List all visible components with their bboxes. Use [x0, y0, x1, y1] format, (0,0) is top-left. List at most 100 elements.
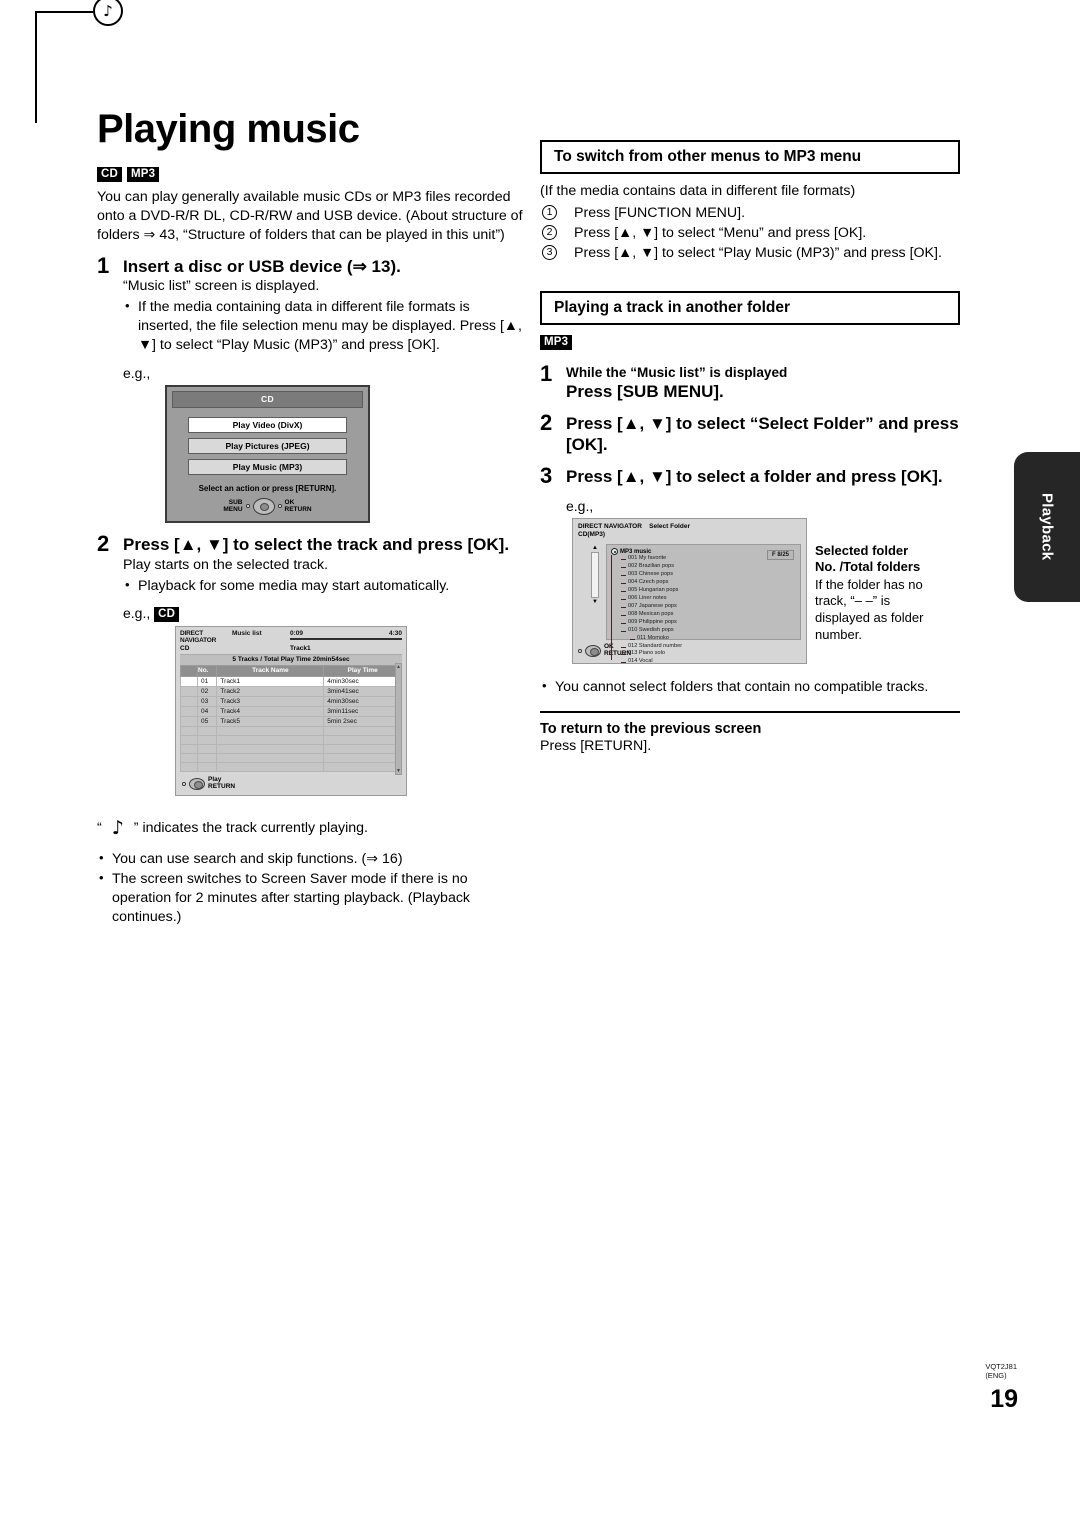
selected-folder-callout: Selected folder No. /Total folders If th… [815, 543, 947, 644]
folder-note-bullet: You cannot select folders that contain n… [540, 677, 960, 697]
step-1-line: “Music list” screen is displayed. [123, 278, 320, 295]
track-table: No. Track Name Play Time 01 Track1 4min3… [180, 665, 402, 773]
list-item[interactable]: 006 Liner notes [621, 595, 796, 603]
track-table-header-row: No. Track Name Play Time [180, 665, 402, 678]
track-no: 05 [196, 716, 218, 728]
scrollbar[interactable]: ▲ ▼ [395, 663, 402, 775]
note-caption-open: “ [97, 819, 102, 836]
music-screen-name: Music list [232, 630, 262, 638]
scroll-up-icon[interactable]: ▲ [396, 664, 401, 670]
folder-root-label: MP3 music [620, 548, 652, 555]
track-no: 01 [196, 676, 218, 688]
list-item[interactable]: 008 Mexican pops [621, 611, 796, 619]
cd-dialog-option-play-video[interactable]: Play Video (DivX) [188, 416, 347, 433]
list-item[interactable]: 002 Brazilian pops [621, 563, 796, 571]
another-folder-badge-group: MP3 [540, 333, 960, 351]
music-screen-progress: 0:09 4:30 [290, 630, 402, 644]
folder-scroll-down-icon[interactable]: ▼ [591, 599, 599, 605]
folder-step-2-number: 2 [540, 410, 553, 436]
folder-scroll-up-icon[interactable]: ▲ [591, 545, 599, 551]
list-item[interactable]: 005 Hungarian pops [621, 587, 796, 595]
disc-icon [611, 548, 618, 556]
page-title: Playing music [97, 107, 360, 151]
music-screen-nav-label: DIRECT NAVIGATOR [180, 630, 217, 645]
list-item[interactable]: 014 Vocal [621, 658, 796, 666]
progress-bar [290, 638, 402, 641]
folder-scroll-trough[interactable] [591, 552, 599, 599]
track-name-header: Track Name [216, 665, 325, 678]
folder-tree-box: ▲ ▼ MP3 music 001 My favorite 002 Brazil… [591, 544, 801, 664]
step-2-bullets: Playback for some media may start automa… [123, 576, 527, 596]
music-total-time: 4:30 [388, 630, 402, 638]
music-list-screen: DIRECT NAVIGATOR Music list 0:09 4:30 CD… [175, 626, 407, 796]
list-item[interactable]: 009 Philippine pops [621, 619, 796, 627]
track-name: Track2 [216, 686, 325, 698]
manual-page: Playing music CD MP3 You can play general… [0, 0, 1080, 1528]
folder-step-1: 1 While the “Music list” is displayed Pr… [540, 361, 960, 402]
switch-menu-step-1: 1 Press [FUNCTION MENU]. [540, 203, 960, 223]
page-number: 19 [990, 1385, 1018, 1413]
track-no: 02 [196, 686, 218, 698]
music-note-icon: ♪ [103, 2, 113, 20]
folder-footer-dpad-icon [585, 645, 601, 658]
media-badge-group: CD MP3 [97, 166, 527, 184]
section-heading-another-folder: Playing a track in another folder [540, 291, 960, 326]
dpad-icon [252, 497, 275, 515]
list-item[interactable]: 003 Chinese pops [621, 571, 796, 579]
track-time: 3min41sec [323, 686, 402, 698]
folder-step-1-texts: While the “Music list” is displayed Pres… [566, 365, 787, 402]
dpad-sub-menu-label: SUB MENU [223, 499, 243, 514]
list-item[interactable]: 010 Swedish pops [621, 627, 796, 635]
table-row[interactable]: 04 Track4 3min11sec [180, 706, 402, 718]
switch-menu-intro: (If the media contains data in different… [540, 183, 856, 200]
table-row [180, 762, 402, 773]
folder-screen-media: CD(MP3) [578, 531, 606, 539]
folder-step-2: 2 Press [▲, ▼] to select “Select Folder”… [540, 410, 960, 455]
side-tab-label: Playback [1038, 493, 1056, 561]
step-2-eg-badge-cd: CD [154, 607, 180, 623]
list-item[interactable]: 012 Standard number [621, 643, 796, 651]
list-item[interactable]: 007 Japanese pops [621, 603, 796, 611]
list-item[interactable]: 004 Czech pops [621, 579, 796, 587]
table-row[interactable]: 01 Track1 4min30sec [180, 676, 402, 688]
step-1-bullet: If the media containing data in differen… [123, 297, 527, 355]
list-item[interactable]: 011 Momoko [621, 635, 796, 643]
footer-code-line2: (ENG) [985, 1371, 1007, 1381]
cd-dialog-option-play-pictures[interactable]: Play Pictures (JPEG) [188, 437, 347, 454]
dpad-ok-return-label: OK RETURN [284, 499, 312, 514]
left-closing-bullets: You can use search and skip functions. (… [97, 849, 527, 927]
music-screen-subheader: CD Track1 [180, 645, 402, 652]
table-row[interactable]: 02 Track2 3min41sec [180, 686, 402, 698]
folder-note-bullets: You cannot select folders that contain n… [540, 677, 960, 697]
music-screen-header: DIRECT NAVIGATOR Music list 0:09 4:30 [180, 630, 402, 644]
scroll-down-icon[interactable]: ▼ [396, 768, 401, 774]
callout-title-line1: Selected folder [815, 543, 909, 558]
table-row [180, 735, 402, 746]
table-row[interactable]: 05 Track5 5min 2sec [180, 716, 402, 728]
folder-step-3-main: Press [▲, ▼] to select a folder and pres… [566, 466, 943, 486]
folder-eg-label: e.g., [566, 497, 594, 514]
step-2: 2 Press [▲, ▼] to select the track and p… [97, 532, 527, 556]
step-1: 1 Insert a disc or USB device (⇒ 13). [97, 253, 527, 278]
select-folder-screen: DIRECT NAVIGATOR Select Folder CD(MP3) ▲… [572, 517, 807, 664]
music-summary: 5 Tracks / Total Play Time 20min54sec [180, 654, 402, 666]
folder-screen-header: DIRECT NAVIGATOR Select Folder CD(MP3) [578, 523, 801, 541]
dpad-right-dot-icon [277, 504, 282, 509]
step-2-body: Play starts on the selected track. Playb… [35, 0, 527, 796]
cd-dialog-option-play-music[interactable]: Play Music (MP3) [188, 458, 347, 475]
track-no-header: No. [196, 665, 218, 678]
music-note-caption: “ ♪ ” indicates the track currently play… [97, 816, 527, 841]
table-row[interactable]: 03 Track3 4min30sec [180, 696, 402, 708]
track-name: Track4 [216, 706, 325, 718]
music-elapsed-time: 0:09 [290, 630, 304, 638]
switch-menu-steps: 1 Press [FUNCTION MENU]. 2 Press [▲, ▼] … [540, 203, 960, 263]
step-2-heading: Press [▲, ▼] to select the track and pre… [123, 534, 510, 554]
folder-scrollbar[interactable]: ▲ ▼ [591, 545, 599, 639]
folder-step-1-number: 1 [540, 361, 553, 387]
right-column: To switch from other menus to MP3 menu (… [540, 140, 960, 758]
table-row [180, 744, 402, 755]
track-gutter-header [180, 665, 198, 678]
list-item[interactable]: 013 Piano solo [621, 650, 796, 658]
step-1-eg-label: e.g., [123, 364, 151, 381]
music-footer-labels: Play RETURN [208, 776, 236, 791]
